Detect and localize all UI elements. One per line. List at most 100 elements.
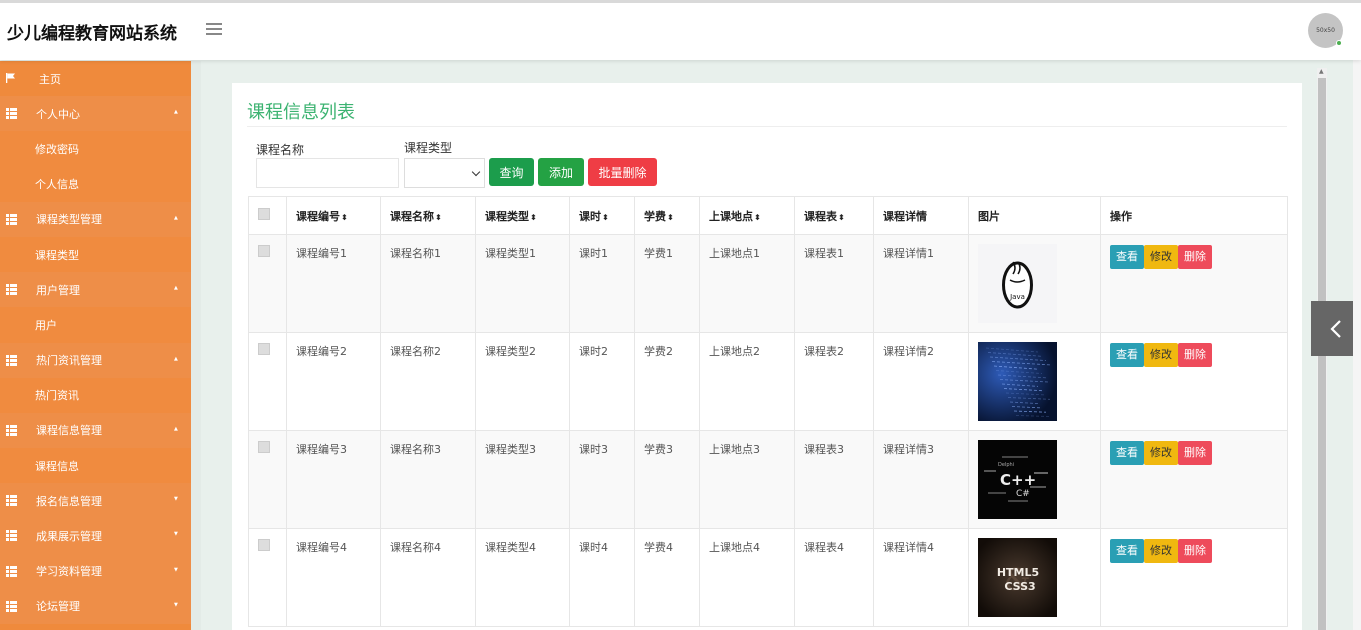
sidebar-item-14[interactable]: 学习资料管理 ▼ — [0, 553, 191, 589]
sidebar-item-1[interactable]: 个人中心 ▲ — [0, 96, 191, 132]
course-name-input[interactable] — [256, 158, 399, 188]
table-cell: 上课地点1 — [699, 234, 795, 333]
table-cell: 课程表4 — [794, 528, 874, 627]
svg-text:HTML5: HTML5 — [997, 566, 1039, 579]
caret-down-icon: ▼ — [174, 601, 178, 608]
column-header[interactable]: 课程类型⬍ — [475, 196, 570, 235]
row-checkbox[interactable] — [258, 539, 270, 551]
delete-button[interactable]: 删除 — [1178, 343, 1212, 367]
sidebar-item-label: 个人信息 — [35, 178, 79, 192]
table-cell: 学费4 — [634, 528, 700, 627]
column-header-label: 课程名称 — [390, 209, 434, 223]
caret-up-icon: ▲ — [174, 425, 178, 432]
delete-button[interactable]: 删除 — [1178, 539, 1212, 563]
sidebar-item-label: 论坛管理 — [36, 600, 80, 614]
list-icon — [6, 354, 17, 366]
column-header[interactable]: 课时⬍ — [569, 196, 635, 235]
chevron-left-icon — [1330, 319, 1341, 338]
query-button[interactable]: 查询 — [489, 158, 534, 186]
sidebar-item-label: 成果展示管理 — [36, 530, 102, 544]
edit-button[interactable]: 修改 — [1144, 441, 1178, 465]
sidebar-item-8[interactable]: 热门资讯管理 ▲ — [0, 342, 191, 378]
sidebar-item-15[interactable]: 论坛管理 ▼ — [0, 588, 191, 624]
delete-button[interactable]: 删除 — [1178, 441, 1212, 465]
caret-up-icon: ▲ — [174, 285, 178, 292]
online-status-dot — [1336, 40, 1342, 46]
table-cell: 课程表2 — [794, 332, 874, 431]
add-button[interactable]: 添加 — [538, 158, 584, 186]
column-header[interactable]: 课程表⬍ — [794, 196, 874, 235]
table-cell: 课时3 — [569, 430, 635, 529]
table-cell: 课程编号3 — [286, 430, 381, 529]
sort-icon: ⬍ — [341, 212, 348, 222]
image-cell — [968, 332, 1101, 431]
column-header[interactable]: 课程编号⬍ — [286, 196, 381, 235]
menu-toggle-icon[interactable] — [206, 23, 222, 37]
row-checkbox[interactable] — [258, 343, 270, 355]
sidebar-item-label: 用户 — [35, 318, 57, 332]
column-header: 图片 — [968, 196, 1101, 235]
delete-button[interactable]: 删除 — [1178, 245, 1212, 269]
batch-delete-button[interactable]: 批量删除 — [588, 158, 657, 186]
edit-button[interactable]: 修改 — [1144, 245, 1178, 269]
sidebar-item-10[interactable]: 课程信息管理 ▲ — [0, 412, 191, 449]
sidebar-item-5[interactable]: 课程类型 — [0, 236, 191, 273]
sort-icon: ⬍ — [838, 212, 845, 222]
column-header[interactable]: 上课地点⬍ — [699, 196, 795, 235]
table-cell: 上课地点4 — [699, 528, 795, 627]
sidebar-item-label: 学习资料管理 — [36, 565, 102, 579]
table-cell: 课时2 — [569, 332, 635, 431]
caret-down-icon: ▼ — [174, 496, 178, 503]
sidebar-item-11[interactable]: 课程信息 — [0, 448, 191, 484]
svg-text:Delphi: Delphi — [998, 462, 1014, 468]
code-screen-image — [978, 342, 1057, 421]
image-cell: & HTML5 CSS3 — [968, 528, 1101, 627]
app-title: 少儿编程教育网站系统 — [7, 24, 177, 44]
list-icon — [6, 495, 17, 507]
view-button[interactable]: 查看 — [1110, 539, 1144, 563]
title-divider — [247, 126, 1287, 127]
column-header: 操作 — [1100, 196, 1288, 235]
sidebar-item-9[interactable]: 热门资讯 — [0, 377, 191, 413]
sidebar: 主页 个人中心 ▲ 修改密码个人信息课程类型管理 ▲ 课程类型用户管理 ▲ 用户热门资讯管理 ▲… — [0, 61, 191, 630]
sidebar-item-6[interactable]: 用户管理 ▲ — [0, 272, 191, 308]
edit-button[interactable]: 修改 — [1144, 539, 1178, 563]
course-type-select[interactable] — [404, 158, 485, 188]
select-all-checkbox[interactable] — [258, 208, 270, 220]
sidebar-item-2[interactable]: 修改密码 — [0, 131, 191, 167]
sidebar-item-13[interactable]: 成果展示管理 ▼ — [0, 518, 191, 554]
view-button[interactable]: 查看 — [1110, 245, 1144, 269]
edit-button[interactable]: 修改 — [1144, 343, 1178, 367]
column-header[interactable]: 学费⬍ — [634, 196, 700, 235]
table-cell: 课程详情4 — [873, 528, 969, 627]
table-row: 课程编号3 课程名称3 课程类型3 课时3 学费3 上课地点3 课程表3 课程详情3 Delph… — [248, 430, 1288, 529]
view-button[interactable]: 查看 — [1110, 441, 1144, 465]
sidebar-item-label: 用户管理 — [36, 283, 80, 297]
table-cell: 课程详情2 — [873, 332, 969, 431]
actions-cell: 查看 修改 删除 — [1100, 234, 1288, 333]
caret-down-icon: ▼ — [174, 566, 178, 573]
row-checkbox[interactable] — [258, 245, 270, 257]
html5-css3-image: &HTML5CSS3 — [978, 538, 1057, 617]
column-header[interactable]: 课程名称⬍ — [380, 196, 476, 235]
sidebar-item-12[interactable]: 报名信息管理 ▼ — [0, 483, 191, 519]
column-header-label: 课时 — [579, 209, 601, 223]
sort-icon: ⬍ — [602, 212, 609, 222]
avatar[interactable]: 50x50 — [1308, 13, 1343, 48]
row-checkbox[interactable] — [258, 441, 270, 453]
sidebar-item-0[interactable]: 主页 — [0, 61, 191, 96]
sidebar-item-4[interactable]: 课程类型管理 ▲ — [0, 201, 191, 237]
table-cell: 课时4 — [569, 528, 635, 627]
table-cell: 课程名称1 — [380, 234, 476, 333]
list-icon — [6, 600, 17, 612]
sidebar-item-label: 课程信息管理 — [36, 424, 102, 438]
scroll-up-icon[interactable]: ▲ — [1319, 68, 1324, 75]
sidebar-item-label: 修改密码 — [35, 142, 79, 156]
caret-down-icon: ▼ — [174, 531, 178, 538]
table-cell: 学费2 — [634, 332, 700, 431]
table-cell: 课程类型3 — [475, 430, 570, 529]
sidebar-item-3[interactable]: 个人信息 — [0, 166, 191, 202]
page-scrollbar[interactable] — [1353, 0, 1361, 630]
view-button[interactable]: 查看 — [1110, 343, 1144, 367]
sidebar-item-7[interactable]: 用户 — [0, 307, 191, 343]
